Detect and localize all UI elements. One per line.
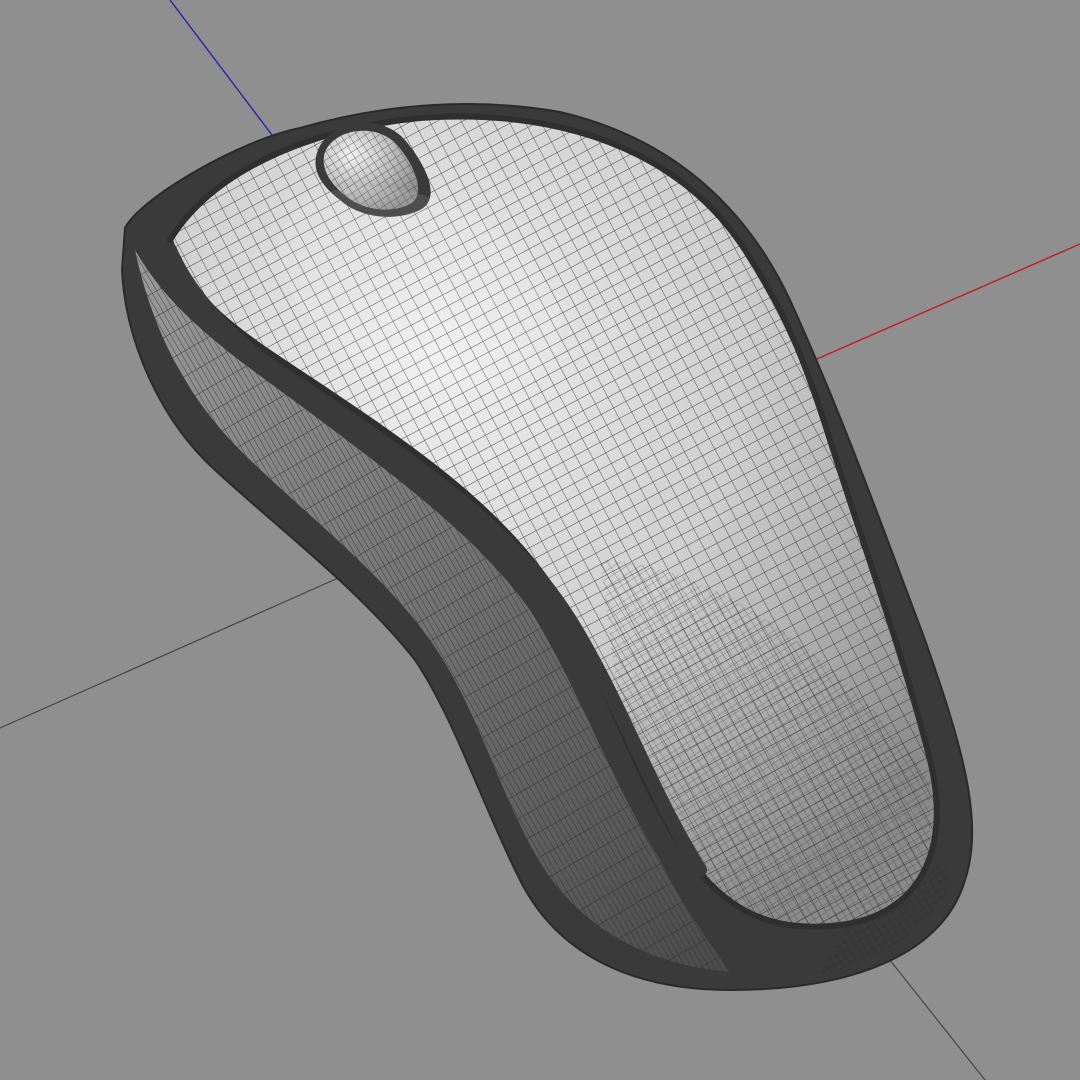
mouse-model[interactable] bbox=[100, 80, 1000, 992]
viewport-canvas[interactable] bbox=[0, 0, 1080, 1080]
y-axis-line bbox=[0, 574, 346, 729]
3d-viewport[interactable] bbox=[0, 0, 1080, 1080]
z-axis-line bbox=[169, 0, 273, 136]
x-axis-line bbox=[809, 243, 1080, 363]
